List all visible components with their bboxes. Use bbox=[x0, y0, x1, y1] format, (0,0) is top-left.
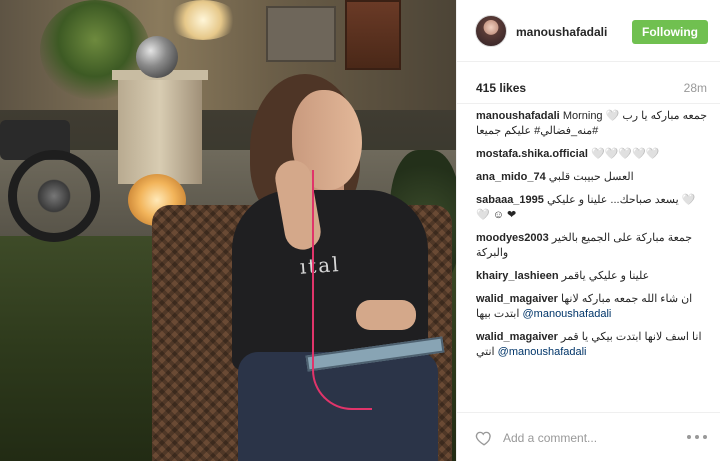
comment-item: khairy_lashieen علينا و عليكي ياقمر bbox=[476, 269, 708, 284]
photo-ceiling-lamp bbox=[168, 0, 238, 40]
following-button[interactable]: Following bbox=[632, 20, 708, 44]
comment-mention[interactable]: @manoushafadali bbox=[498, 346, 587, 358]
comment-username[interactable]: mostafa.shika.official bbox=[476, 148, 588, 160]
comment-item: mostafa.shika.official 🤍🤍🤍🤍🤍 bbox=[476, 147, 708, 162]
avatar[interactable] bbox=[475, 15, 507, 47]
post-time[interactable]: 28m bbox=[684, 81, 707, 95]
photo-sphere bbox=[136, 36, 178, 78]
comment-username[interactable]: moodyes2003 bbox=[476, 232, 549, 244]
comment-mention[interactable]: @manoushafadali bbox=[523, 308, 612, 320]
comment-text: علينا و عليكي ياقمر bbox=[561, 270, 650, 282]
comment-username[interactable]: khairy_lashieen bbox=[476, 270, 559, 282]
post-header: manoushafadali Following bbox=[457, 0, 720, 62]
photo-window bbox=[266, 6, 336, 62]
add-comment-input[interactable] bbox=[503, 430, 663, 446]
comment-text: 🤍🤍🤍🤍🤍 bbox=[590, 148, 660, 160]
likes-row: 415 likes 28m bbox=[457, 62, 720, 104]
likes-count[interactable]: 415 likes bbox=[476, 81, 526, 95]
comment-item: moodyes2003 جمعة مباركة على الجميع بالخي… bbox=[476, 231, 708, 261]
post-username[interactable]: manoushafadali bbox=[516, 25, 607, 39]
comments-list: manoushafadali Morning 🤍 جمعه مباركه يا … bbox=[476, 109, 708, 368]
comment-username[interactable]: walid_magaiver bbox=[476, 293, 558, 305]
comment-username[interactable]: manoushafadali bbox=[476, 110, 560, 122]
comment-item: manoushafadali Morning 🤍 جمعه مباركه يا … bbox=[476, 109, 708, 139]
more-dot bbox=[695, 435, 699, 439]
comment-item: ana_mido_74 العسل حبيبت قلبي bbox=[476, 170, 708, 185]
comment-item: sabaaa_1995 يسعد صباحك... علينا و عليكي … bbox=[476, 193, 708, 223]
post-photo[interactable]: ıtal bbox=[0, 0, 456, 461]
more-dot bbox=[703, 435, 707, 439]
post-details-panel: manoushafadali Following 415 likes 28m m… bbox=[456, 0, 720, 461]
comment-username[interactable]: walid_magaiver bbox=[476, 331, 558, 343]
comment-username[interactable]: sabaaa_1995 bbox=[476, 194, 544, 206]
comment-item: walid_magaiver انا اسف لانها ابتدت بيكي … bbox=[476, 330, 708, 360]
photo-earphone-cable bbox=[312, 170, 372, 410]
photo-pillar bbox=[118, 74, 202, 184]
post-footer bbox=[457, 412, 720, 461]
heart-outline-icon[interactable] bbox=[475, 429, 493, 447]
more-dot bbox=[687, 435, 691, 439]
photo-motorbike-wheel bbox=[8, 150, 100, 242]
more-options-icon[interactable] bbox=[687, 435, 707, 441]
comment-text: العسل حبيبت قلبي bbox=[548, 171, 634, 183]
photo-door bbox=[345, 0, 401, 70]
comment-username[interactable]: ana_mido_74 bbox=[476, 171, 546, 183]
comment-item: walid_magaiver ان شاء الله جمعه مباركه ل… bbox=[476, 292, 708, 322]
